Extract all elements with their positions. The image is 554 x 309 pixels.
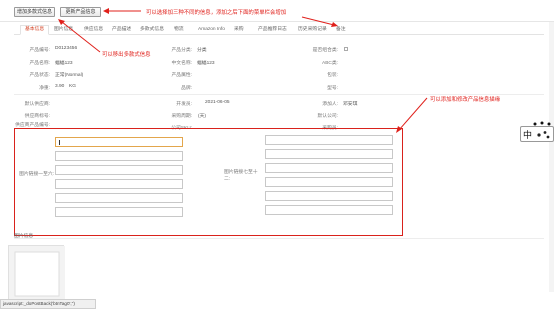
- tab-multi-style[interactable]: 多款式信息: [140, 25, 164, 35]
- image-link-12-input[interactable]: [265, 205, 393, 215]
- tab-basic-info[interactable]: 基本信息: [20, 25, 50, 35]
- vertical-scrollbar[interactable]: [549, 22, 554, 292]
- developer-label: 开发员:: [176, 102, 192, 107]
- supplier-no-label: 供应商标号:: [24, 114, 50, 119]
- image-links-left-label: 图片链接一至六:: [19, 172, 54, 177]
- image-link-10-input[interactable]: [265, 177, 393, 187]
- status-bar: javascript:_doPostBack('btnTag0',''): [0, 299, 96, 309]
- product-category-value: 分类: [197, 48, 207, 53]
- weight-value: 3.90: [55, 84, 65, 89]
- image-link-2-input[interactable]: [55, 151, 183, 161]
- annotation-right: 可以添加和修改产品信息描缘: [430, 97, 501, 103]
- default-supplier-label: 默认供应商:: [24, 102, 50, 107]
- ime-mode-char: 中: [523, 131, 533, 141]
- product-attr-label: 产品属性:: [171, 73, 192, 78]
- tab-recommend-log[interactable]: 产品推荐日志: [258, 25, 287, 35]
- product-name-label: 产品名称:: [29, 61, 50, 66]
- product-name-value: 蝠蝠123: [55, 61, 73, 66]
- cn-name-label: 中文名称:: [171, 61, 192, 66]
- image-link-6-input[interactable]: [55, 207, 183, 217]
- image-link-5-input[interactable]: [55, 193, 183, 203]
- image-link-9-input[interactable]: [265, 163, 393, 173]
- image-link-7-input[interactable]: [265, 135, 393, 145]
- weight-unit: KG: [69, 84, 76, 89]
- supplier-sku-label: 供应商产品编号:: [15, 123, 50, 128]
- images-section-title: 图片信息: [14, 234, 34, 239]
- tab-logistics[interactable]: 物流: [174, 25, 184, 35]
- annotation-left: 可以移出多款式信息: [102, 52, 151, 58]
- image-link-1-input[interactable]: [55, 137, 183, 147]
- image-placeholder-icon: [9, 246, 65, 306]
- tab-amazon-info[interactable]: Amazon Info: [198, 25, 225, 35]
- image-thumbnail[interactable]: [8, 245, 65, 306]
- develop-date-value: 2021-06-05: [205, 100, 230, 105]
- text-cursor: [59, 140, 60, 145]
- product-category-label: 产品分类:: [171, 48, 192, 53]
- purchase-period-label: 采购周期:: [171, 114, 192, 119]
- abc-class-label: ABC类:: [322, 61, 338, 66]
- purchase-period-value: (天): [198, 114, 206, 119]
- ime-dots-icon: [537, 131, 550, 139]
- annotation-top: 可以选择加三种不同的信息，添加之后下面的菜单栏会增加: [146, 10, 287, 16]
- tab-purchase[interactable]: 采购: [234, 25, 244, 35]
- section-divider: [14, 238, 544, 239]
- tab-notes[interactable]: 备注: [336, 25, 346, 35]
- combo-checkbox[interactable]: [344, 47, 348, 51]
- cn-name-value: 蝠蝠123: [197, 61, 215, 66]
- ime-widget[interactable]: 中: [520, 120, 554, 150]
- image-link-4-input[interactable]: [55, 179, 183, 189]
- image-link-11-input[interactable]: [265, 191, 393, 201]
- product-code-value: D0123456: [55, 46, 78, 51]
- weight-label: 净重:: [39, 86, 50, 91]
- update-product-button[interactable]: 更新产品信息: [60, 7, 101, 17]
- default-company-label: 默认公司:: [317, 114, 338, 119]
- tab-purchase-history[interactable]: 历史采购记录: [298, 25, 327, 35]
- ime-panel: 中: [520, 126, 554, 142]
- product-code-label: 产品编号:: [29, 48, 50, 53]
- tab-description[interactable]: 产品描述: [112, 25, 131, 35]
- product-status-label: 产品状态:: [29, 73, 50, 78]
- brand-label: 品牌:: [181, 86, 192, 91]
- adder-label: 添加人:: [322, 102, 338, 107]
- model-label: 型号:: [327, 86, 338, 91]
- image-link-8-input[interactable]: [265, 149, 393, 159]
- adder-value: 邓安琪: [343, 102, 358, 107]
- combo-label: 是否组合类:: [312, 48, 338, 53]
- image-links-right-label: 图片链接七至十二:: [224, 170, 258, 182]
- image-link-3-input[interactable]: [55, 165, 183, 175]
- package-label: 包装:: [327, 73, 338, 78]
- add-multi-style-button[interactable]: 增加多款式信息: [14, 7, 55, 17]
- annotation-arrow-top: [103, 8, 141, 14]
- product-status-value: 正常(Normal): [55, 73, 84, 78]
